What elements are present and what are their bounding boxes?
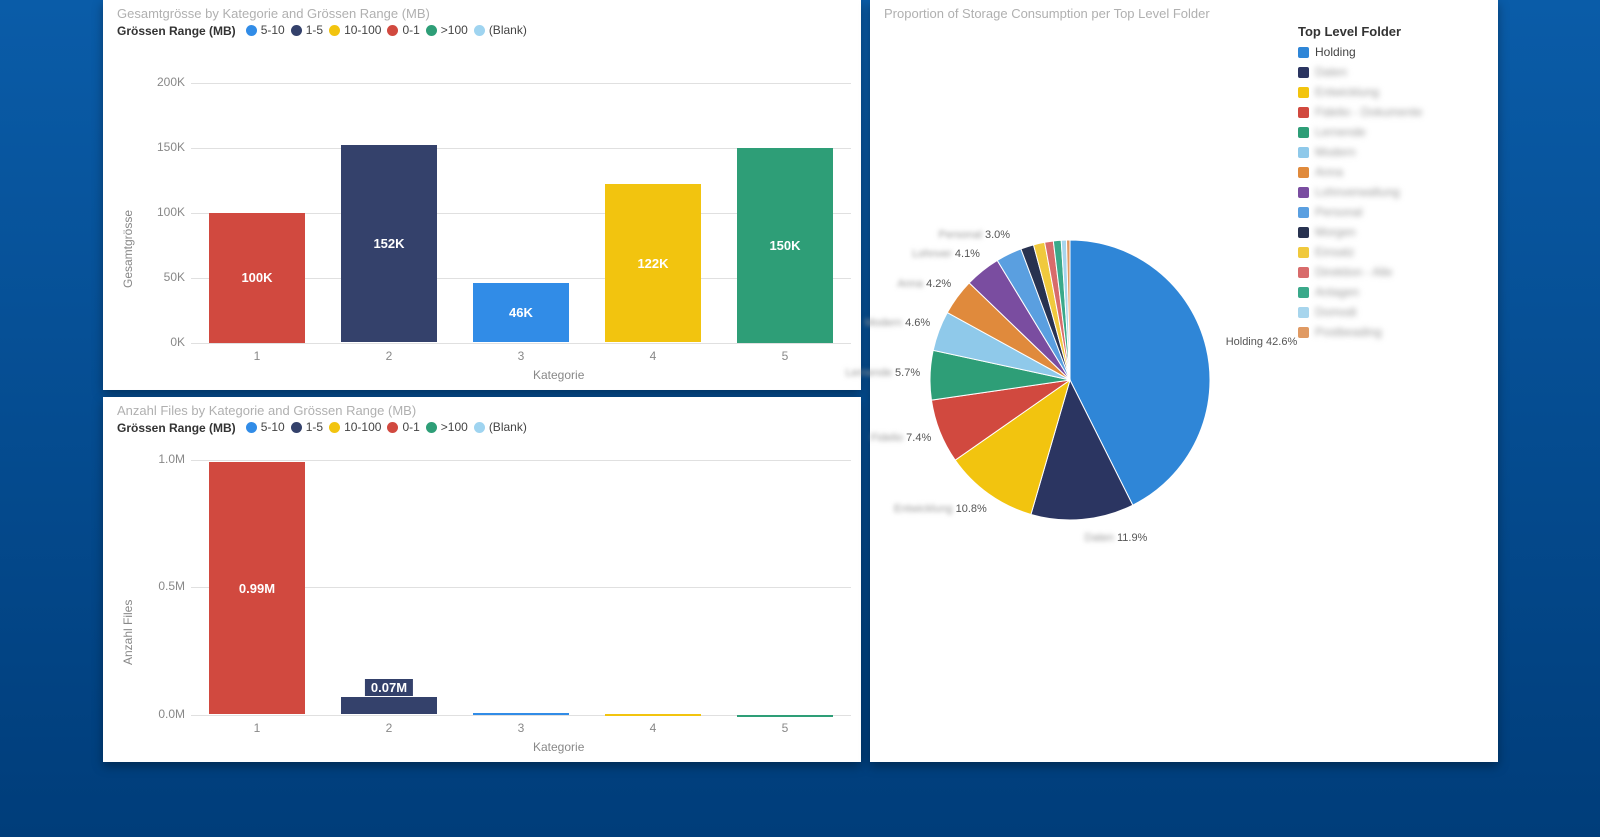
slice-label: Entwicklung 10.8% (867, 503, 987, 515)
slice-label: Lohnver 4.1% (860, 248, 980, 260)
bar[interactable]: 46K (473, 283, 568, 343)
legend-item[interactable]: 10-100 (329, 23, 381, 37)
pie-legend-item[interactable]: Lernende (1298, 125, 1468, 139)
pie-legend-item[interactable]: Entwicklung (1298, 85, 1468, 99)
panel-gesamtgroesse: Gesamtgrösse by Kategorie and Grössen Ra… (103, 0, 861, 390)
y-tick: 0K (143, 335, 185, 349)
legend-title: Grössen Range (MB) (117, 421, 236, 435)
legend-item[interactable]: 10-100 (329, 420, 381, 434)
legend-item[interactable]: 5-10 (246, 420, 285, 434)
pie-legend-item[interactable]: Lohnverwaltung (1298, 185, 1468, 199)
bar[interactable]: 152K (341, 145, 436, 343)
slice-label: Modern 4.6% (810, 317, 930, 329)
panel-anzahl-files: Anzahl Files by Kategorie and Grössen Ra… (103, 397, 861, 762)
chart-area-0: Gesamtgrösse 0K 50K 100K 150K 200K 100K 152K 4… (103, 43, 861, 373)
legend-title: Grössen Range (MB) (117, 24, 236, 38)
slice-label: Daten 11.9% (1085, 532, 1205, 544)
y-tick: 0.0M (143, 707, 185, 721)
pie-legend-item[interactable]: Personal (1298, 205, 1468, 219)
dashboard: Gesamtgrösse by Kategorie and Grössen Ra… (0, 0, 1600, 837)
y-tick: 100K (143, 205, 185, 219)
x-tick: 4 (638, 721, 668, 735)
y-tick: 0.5M (143, 579, 185, 593)
legend-item[interactable]: 1-5 (291, 420, 323, 434)
bar[interactable]: 0.07M (341, 697, 436, 715)
pie-legend-item[interactable]: Anlagen (1298, 285, 1468, 299)
legend-0: Grössen Range (MB) 5-10 1-5 10-100 0-1 >100 (… (103, 23, 861, 43)
legend-item[interactable]: 5-10 (246, 23, 285, 37)
pie-chart[interactable] (930, 240, 1230, 540)
x-axis-label: Kategorie (533, 368, 584, 382)
slice-label: Fidelio 7.4% (811, 432, 931, 444)
y-tick: 150K (143, 140, 185, 154)
x-tick: 3 (506, 721, 536, 735)
legend-item[interactable]: 0-1 (387, 23, 419, 37)
legend-item[interactable]: (Blank) (474, 23, 527, 37)
x-tick: 2 (374, 349, 404, 363)
pie-legend-item[interactable]: Postbeading (1298, 325, 1468, 339)
y-tick: 200K (143, 75, 185, 89)
x-tick: 3 (506, 349, 536, 363)
pie-legend-item[interactable]: Morgen (1298, 225, 1468, 239)
bar[interactable]: 0.99M (209, 462, 304, 714)
pie-legend-item[interactable]: Fidelio - Dokumente (1298, 105, 1468, 119)
y-tick: 1.0M (143, 452, 185, 466)
x-tick: 2 (374, 721, 404, 735)
bar[interactable]: 100K (209, 213, 304, 343)
chart-title: Gesamtgrösse by Kategorie and Grössen Ra… (103, 0, 861, 23)
legend-item[interactable]: (Blank) (474, 420, 527, 434)
y-axis-label: Gesamtgrösse (121, 209, 135, 287)
legend-1: Grössen Range (MB) 5-10 1-5 10-100 0-1 >100 (… (103, 420, 861, 440)
legend-item[interactable]: 1-5 (291, 23, 323, 37)
chart-title: Proportion of Storage Consumption per To… (870, 0, 1498, 23)
x-tick: 5 (770, 721, 800, 735)
x-tick: 5 (770, 349, 800, 363)
pie-legend-item[interactable]: Daten (1298, 65, 1468, 79)
pie-legend-item[interactable]: Domodi (1298, 305, 1468, 319)
x-tick: 1 (242, 349, 272, 363)
legend-item[interactable]: 0-1 (387, 420, 419, 434)
chart-area-1: Anzahl Files 0.0M 0.5M 1.0M 0.99M 0.07M 1 2 3… (103, 440, 861, 745)
pie-legend-title: Top Level Folder (1298, 24, 1468, 39)
bar[interactable] (737, 715, 832, 717)
bar[interactable] (473, 713, 568, 715)
pie-legend-item[interactable]: Einsatz (1298, 245, 1468, 259)
bar[interactable] (605, 714, 700, 716)
y-axis-label: Anzahl Files (121, 599, 135, 664)
x-tick: 4 (638, 349, 668, 363)
panel-storage-proportion: Proportion of Storage Consumption per To… (870, 0, 1498, 762)
slice-label: Lernende 5.7% (800, 367, 920, 379)
bar[interactable]: 122K (605, 184, 700, 343)
pie-legend-item[interactable]: Holding (1298, 45, 1468, 59)
legend-item[interactable]: >100 (426, 420, 468, 434)
slice-label: Personal 3.0% (890, 229, 1010, 241)
bar[interactable]: 150K (737, 148, 832, 343)
pie-legend: Top Level Folder Holding Daten Entwicklung… (1298, 24, 1468, 345)
y-tick: 50K (143, 270, 185, 284)
slice-label: Anna 4.2% (831, 278, 951, 290)
legend-item[interactable]: >100 (426, 23, 468, 37)
pie-legend-item[interactable]: Modern (1298, 145, 1468, 159)
pie-legend-item[interactable]: Direktion - Alle (1298, 265, 1468, 279)
chart-title: Anzahl Files by Kategorie and Grössen Ra… (103, 397, 861, 420)
x-tick: 1 (242, 721, 272, 735)
pie-legend-item[interactable]: Anna (1298, 165, 1468, 179)
x-axis-label: Kategorie (533, 740, 584, 754)
